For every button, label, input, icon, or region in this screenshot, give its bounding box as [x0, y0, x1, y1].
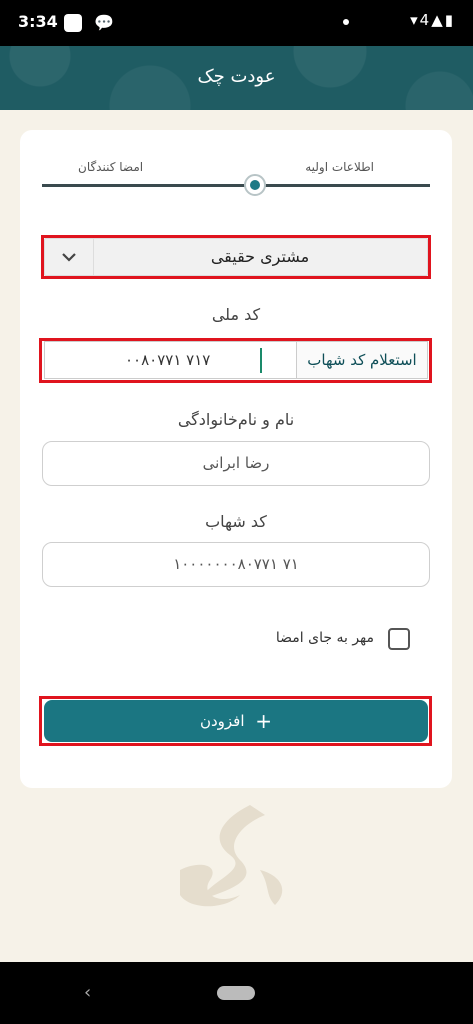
shahab-code-field[interactable]: ۱۰۰۰۰۰۰۰۸۰۷۷۱ ۷۱: [42, 542, 430, 587]
stepper-current-node: [244, 174, 266, 196]
step-initial-info[interactable]: اطلاعات اولیه: [305, 160, 374, 174]
chat-notification-icon: 💬: [94, 13, 114, 32]
notification-dot-icon: [343, 19, 349, 25]
status-time: 3:34: [18, 12, 58, 31]
step-signers[interactable]: امضا کنندگان: [78, 160, 143, 174]
stepper: اطلاعات اولیه امضا کنندگان: [20, 160, 432, 200]
back-nav-icon[interactable]: ‹: [84, 982, 91, 1003]
system-status-icons: ▾4▲▮: [410, 11, 455, 29]
notification-app-icon: [64, 14, 82, 32]
stepper-track-left: [42, 184, 245, 187]
customer-type-dropdown[interactable]: مشتری حقیقی: [44, 238, 428, 276]
app-header: عودت چک: [0, 46, 473, 110]
customer-type-value: مشتری حقیقی: [210, 247, 310, 266]
stamp-checkbox-label: مهر به جای امضا: [275, 630, 374, 646]
full-name-field[interactable]: رضا ابرانی: [42, 441, 430, 486]
add-button-label: افزودن: [199, 712, 245, 730]
shahab-inquiry-button[interactable]: استعلام کد شهاب: [296, 342, 427, 378]
page-title: عودت چک: [197, 66, 276, 87]
plus-icon: +: [255, 709, 273, 733]
national-code-group: ۰۰۸۰۷۷۱ ۷۱۷ استعلام کد شهاب: [44, 341, 428, 379]
stamp-instead-of-signature-row[interactable]: مهر به جای امضا: [20, 624, 432, 656]
system-nav-bar: ‹: [0, 962, 473, 1024]
brand-watermark-icon: [180, 805, 283, 907]
add-button[interactable]: افزودن +: [44, 700, 428, 742]
stamp-checkbox[interactable]: [388, 628, 410, 650]
status-bar: 3:34 💬 ▾4▲▮: [0, 0, 473, 46]
shahab-code-label: کد شهاب: [205, 512, 267, 531]
text-cursor: [260, 348, 262, 373]
chevron-down-icon[interactable]: [45, 239, 94, 275]
home-pill-icon[interactable]: [217, 986, 255, 1000]
national-code-label: کد ملی: [211, 305, 261, 324]
national-code-input[interactable]: ۰۰۸۰۷۷۱ ۷۱۷: [125, 351, 210, 369]
full-name-label: نام و نام‌خانوادگی: [177, 410, 295, 429]
stepper-track-right: [265, 184, 430, 187]
